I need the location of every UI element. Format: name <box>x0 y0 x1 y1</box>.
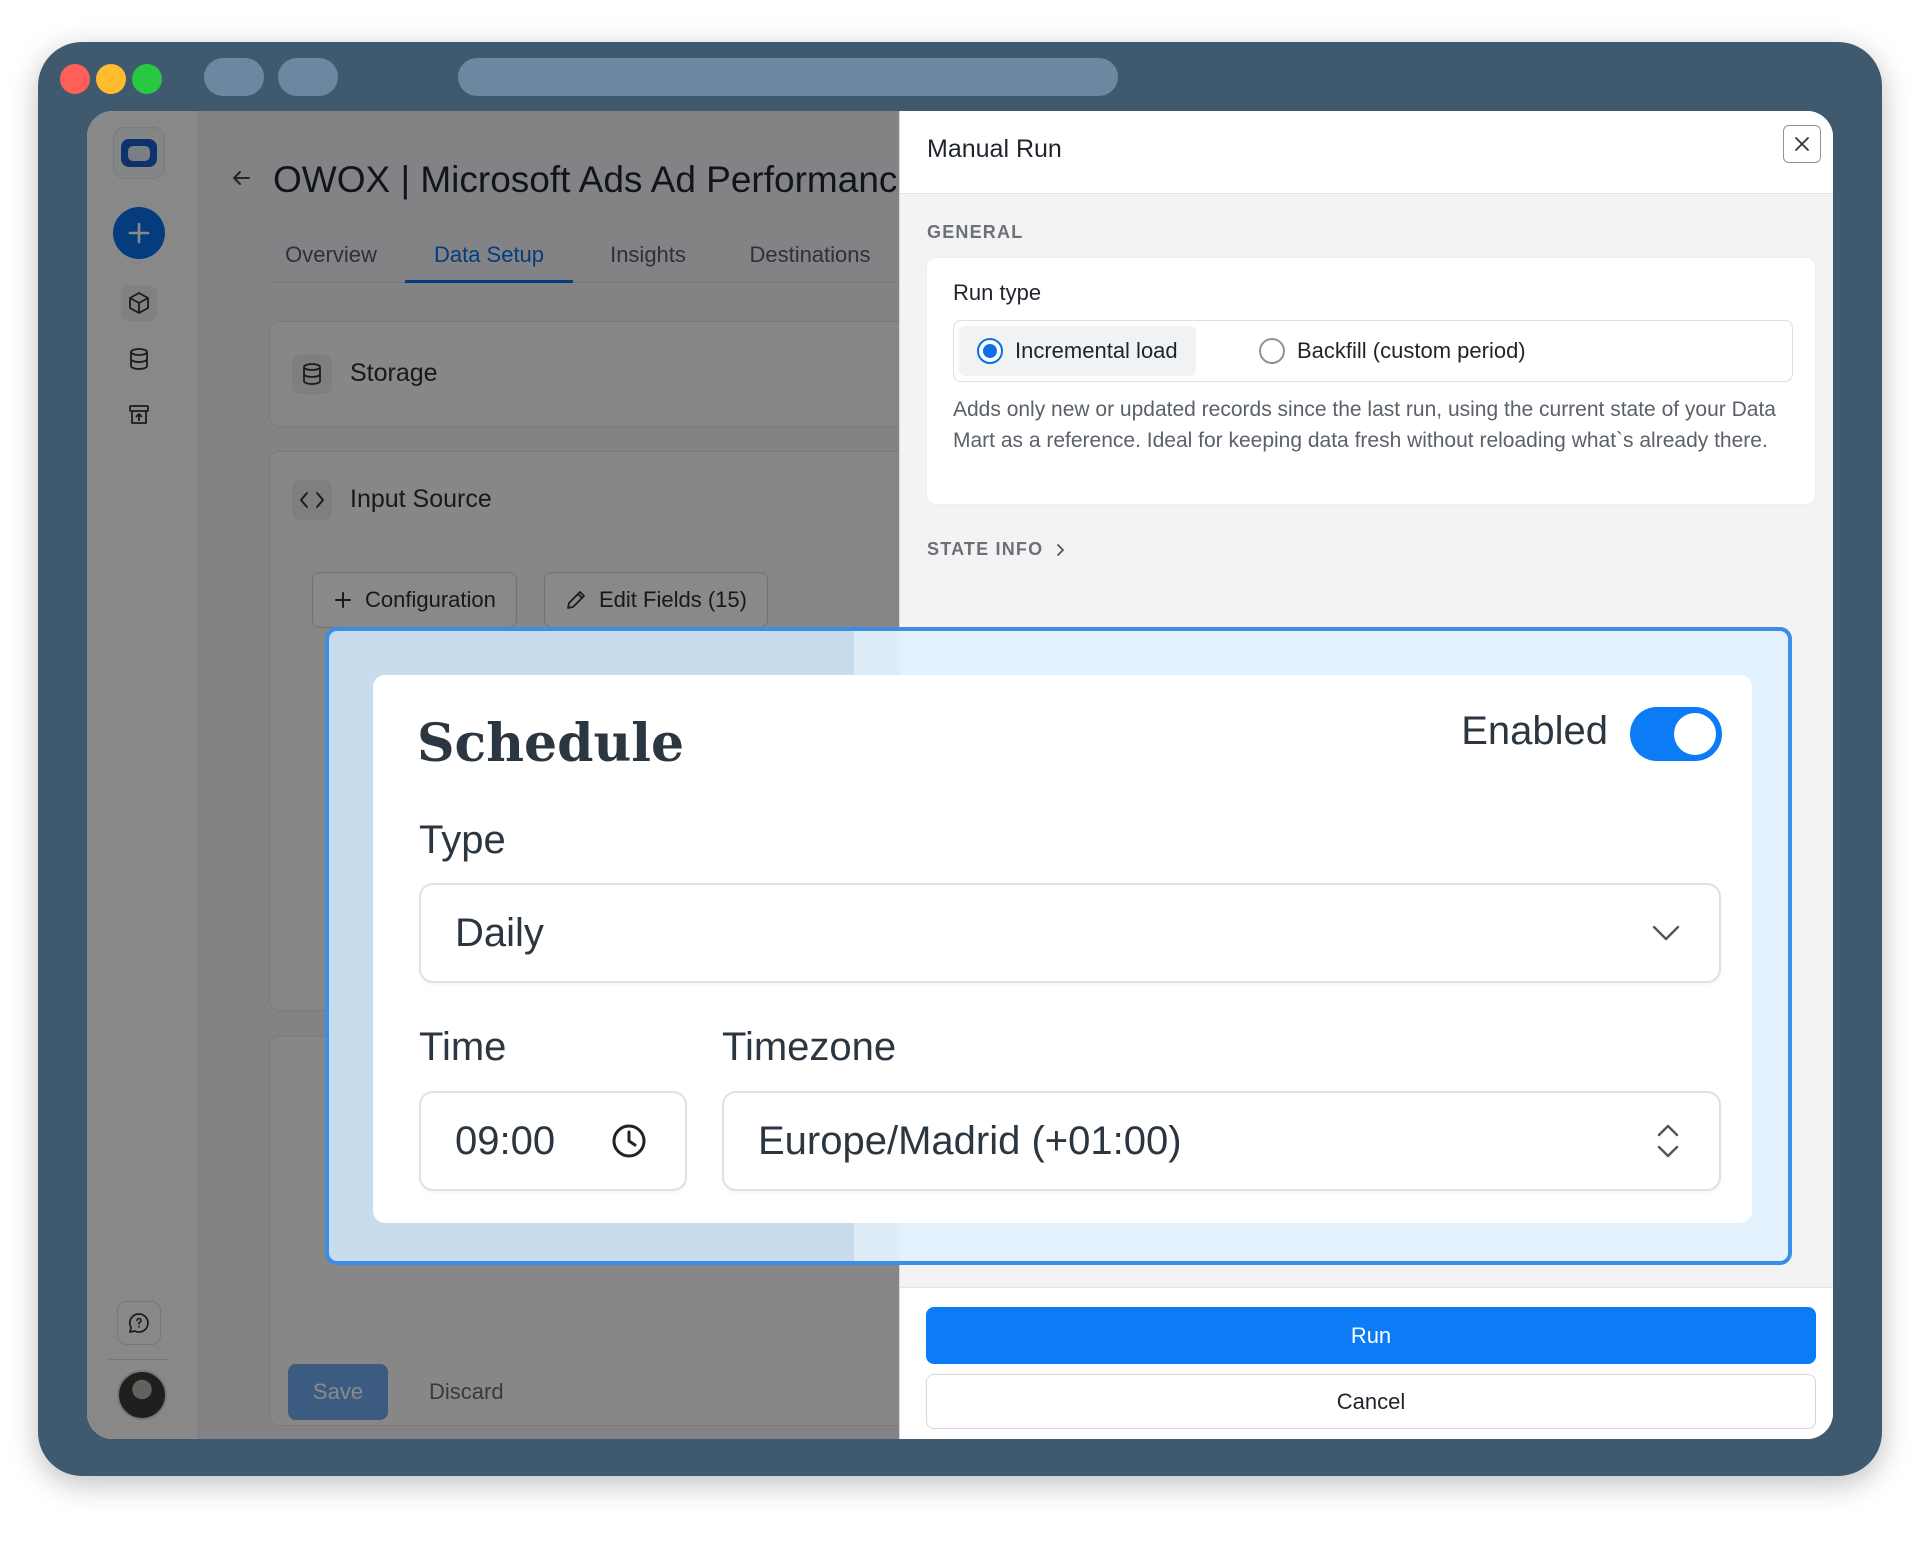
chevron-up-down-icon <box>1655 1093 1681 1189</box>
chevron-right-icon <box>1057 543 1065 556</box>
timezone-value: Europe/Madrid (+01:00) <box>758 1118 1182 1163</box>
run-type-card: Run type Incremental load Backfill (cust… <box>926 257 1816 505</box>
time-label: Time <box>419 1025 507 1069</box>
address-bar[interactable] <box>458 58 1118 96</box>
schedule-highlight: Schedule Enabled Type Daily Time 09:00 T… <box>325 627 1792 1265</box>
enabled-label: Enabled <box>1461 709 1608 753</box>
time-input[interactable]: 09:00 <box>419 1091 687 1191</box>
radio-selected-icon <box>977 338 1003 364</box>
close-panel-button[interactable] <box>1783 125 1821 163</box>
run-button[interactable]: Run <box>926 1307 1816 1364</box>
panel-header: Manual Run <box>900 111 1833 194</box>
minimize-window-dot[interactable] <box>96 64 126 94</box>
radio-unselected-icon <box>1259 338 1285 364</box>
run-type-label: Run type <box>953 280 1042 305</box>
radio-incremental-load[interactable]: Incremental load <box>959 326 1196 376</box>
clock-icon <box>611 1093 647 1189</box>
radio-label: Incremental load <box>1015 338 1178 363</box>
close-icon <box>1795 137 1809 151</box>
schedule-card: Schedule Enabled Type Daily Time 09:00 T… <box>373 675 1752 1223</box>
general-section-label: GENERAL <box>927 222 1024 242</box>
type-label: Type <box>419 818 506 862</box>
schedule-enabled-toggle[interactable] <box>1630 707 1722 761</box>
schedule-title: Schedule <box>417 713 685 774</box>
radio-label: Backfill (custom period) <box>1297 338 1526 363</box>
type-select[interactable]: Daily <box>419 883 1721 983</box>
type-value: Daily <box>455 910 544 955</box>
close-window-dot[interactable] <box>60 64 90 94</box>
panel-title: Manual Run <box>927 135 1062 163</box>
browser-forward-pill[interactable] <box>278 58 338 96</box>
run-type-description: Adds only new or updated records since t… <box>953 398 1776 452</box>
maximize-window-dot[interactable] <box>132 64 162 94</box>
run-type-radio-group: Incremental load Backfill (custom period… <box>953 320 1793 382</box>
panel-footer: Run Cancel <box>900 1287 1833 1439</box>
timezone-select[interactable]: Europe/Madrid (+01:00) <box>722 1091 1721 1191</box>
time-value: 09:00 <box>455 1118 556 1163</box>
cancel-button[interactable]: Cancel <box>926 1374 1816 1429</box>
browser-back-pill[interactable] <box>204 58 264 96</box>
radio-backfill[interactable]: Backfill (custom period) <box>1241 326 1544 376</box>
state-info-label: STATE INFO <box>927 539 1044 559</box>
chevron-down-icon <box>1651 885 1681 981</box>
state-info-toggle[interactable]: STATE INFO <box>927 539 1067 560</box>
timezone-label: Timezone <box>722 1025 897 1069</box>
